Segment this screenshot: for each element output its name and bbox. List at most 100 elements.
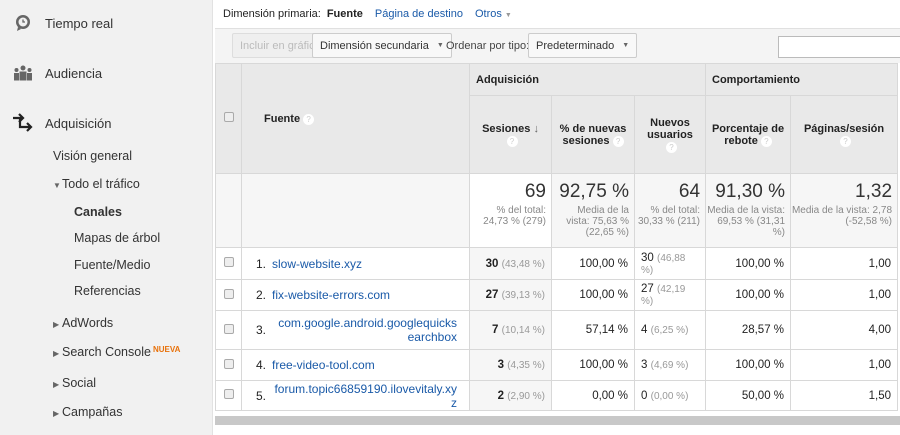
primary-dimension-bar: Dimensión primaria: Fuente Página de des… xyxy=(223,8,512,20)
row-number: 1. xyxy=(255,256,266,271)
row-number: 2. xyxy=(255,288,266,302)
nav-search-console[interactable]: ▶ Search Console NUEVA xyxy=(53,345,180,359)
row-checkbox[interactable] xyxy=(223,323,234,334)
header-nuevos-usuarios[interactable]: Nuevos usuarios? xyxy=(633,95,707,174)
total-paginas: 1,32 Media de la vista: 2,78 (-52,58 %) xyxy=(790,173,899,248)
total-sub: Media de la vista: 75,63 % (22,65 %) xyxy=(566,205,629,238)
table-search-input[interactable] xyxy=(778,36,900,58)
sessions-value: 3 xyxy=(497,359,504,371)
total-rebote: 91,30 % Media de la vista: 69,53 % (31,31… xyxy=(705,173,792,248)
sessions-cell: 27 (39,13 %) xyxy=(469,279,552,311)
sessions-pct: (4,35 %) xyxy=(507,360,545,371)
source-link[interactable]: free-video-tool.com xyxy=(272,358,375,372)
total-value: 91,30 % xyxy=(715,181,786,202)
header-fuente[interactable]: Fuente? xyxy=(241,63,470,174)
row-checkbox[interactable] xyxy=(223,358,234,369)
select-all-cell xyxy=(215,63,242,174)
row-checkbox-cell xyxy=(215,279,242,311)
pages-cell: 1,00 xyxy=(790,279,899,311)
total-nuevos: 64 % del total: 30,33 % (211) xyxy=(633,173,707,248)
pages-cell: 1,00 xyxy=(790,247,899,280)
source-cell: 2. fix-website-errors.com xyxy=(241,279,470,311)
table-toolbar: Incluir en gráfico Dimensión secundaria ▼… xyxy=(215,28,900,63)
table-row: 5. forum.topic66859190.ilovevitaly.xyz 2 … xyxy=(215,380,899,411)
total-sub: Media de la vista: 2,78 (-52,58 %) xyxy=(791,205,893,227)
total-sesiones: 69 % del total: 24,73 % (279) xyxy=(469,173,552,248)
dimension-fuente[interactable]: Fuente xyxy=(327,8,363,20)
help-icon[interactable]: ? xyxy=(506,135,518,147)
nav-adquisicion[interactable]: Adquisición xyxy=(0,108,112,138)
horizontal-scrollbar[interactable] xyxy=(215,416,900,425)
source-cell: 1. slow-website.xyz xyxy=(241,247,470,280)
sessions-pct: (2,90 %) xyxy=(507,390,545,402)
nav-fuente-medio[interactable]: Fuente/Medio xyxy=(74,258,150,272)
sort-type-label: Ordenar por tipo: xyxy=(446,40,530,52)
help-icon[interactable]: ? xyxy=(840,135,852,147)
data-table: Fuente? Adquisición Comportamiento Sesio… xyxy=(215,63,899,411)
bounce-cell: 100,00 % xyxy=(705,247,792,280)
header-sesiones[interactable]: Sesiones ↓? xyxy=(469,95,552,174)
total-value: 1,32 xyxy=(855,181,893,202)
header-paginas-sesion[interactable]: Páginas/sesión? xyxy=(790,95,899,174)
source-link[interactable]: slow-website.xyz xyxy=(272,257,362,271)
dropdown-label: Dimensión secundaria xyxy=(320,39,429,52)
new-users-pct: (0,00 %) xyxy=(650,390,689,402)
new-users-value: 3 xyxy=(641,359,648,371)
row-checkbox-cell xyxy=(215,349,242,381)
row-checkbox-cell xyxy=(215,247,242,280)
help-icon[interactable]: ? xyxy=(666,141,677,153)
dimension-otros[interactable]: Otros ▼ xyxy=(475,8,512,20)
triangle-right-icon: ▶ xyxy=(53,320,60,329)
select-all-checkbox[interactable] xyxy=(223,112,234,122)
sort-type-dropdown[interactable]: Predeterminado ▼ xyxy=(528,33,638,58)
row-checkbox[interactable] xyxy=(223,389,234,399)
new-sessions-cell: 100,00 % xyxy=(551,349,635,381)
nav-canales[interactable]: Canales xyxy=(74,205,122,219)
sessions-pct: (10,14 %) xyxy=(501,325,545,336)
triangle-right-icon: ▶ xyxy=(53,409,60,418)
total-nuevas: 92,75 % Media de la vista: 75,63 % (22,65… xyxy=(551,173,635,248)
nav-vision-general[interactable]: Visión general xyxy=(53,149,132,163)
nav-label: Todo el tráfico xyxy=(62,177,140,191)
sessions-value: 2 xyxy=(497,389,504,402)
new-users-value: 27 xyxy=(641,283,654,295)
new-users-cell: 0 (0,00 %) xyxy=(633,380,707,411)
sessions-pct: (39,13 %) xyxy=(501,290,545,301)
people-icon xyxy=(0,65,45,81)
sessions-cell: 3 (4,35 %) xyxy=(469,349,552,381)
source-link[interactable]: forum.topic66859190.ilovevitaly.xyz xyxy=(274,382,457,410)
new-users-cell: 30 (46,88 %) xyxy=(633,247,707,280)
header-nuevas-sesiones[interactable]: % de nuevas sesiones? xyxy=(551,95,635,174)
row-checkbox[interactable] xyxy=(223,288,234,299)
nav-audiencia[interactable]: Audiencia xyxy=(0,58,102,88)
source-link[interactable]: com.google.android.googlequicksearchbox xyxy=(278,316,457,344)
row-checkbox[interactable] xyxy=(223,257,234,267)
new-users-pct: (6,25 %) xyxy=(650,325,689,336)
caret-down-icon: ▼ xyxy=(622,42,630,49)
new-users-pct: (4,69 %) xyxy=(650,360,689,371)
sidebar: Tiempo real Audiencia Adquisición Visión… xyxy=(0,0,213,435)
total-sub: Media de la vista: 69,53 % (31,31 %) xyxy=(707,205,786,238)
nav-social[interactable]: ▶ Social xyxy=(53,376,96,390)
primary-dimension-label: Dimensión primaria: xyxy=(223,8,321,20)
nav-tiempo-real[interactable]: Tiempo real xyxy=(0,8,113,38)
bounce-cell: 100,00 % xyxy=(705,279,792,311)
new-sessions-cell: 57,14 % xyxy=(551,310,635,350)
nav-todo-el-trafico[interactable]: ▼Todo el tráfico xyxy=(53,177,140,191)
nav-adwords[interactable]: ▶ AdWords xyxy=(53,316,113,330)
new-users-value: 4 xyxy=(641,324,648,336)
help-icon[interactable]: ? xyxy=(612,135,624,147)
secondary-dimension-dropdown[interactable]: Dimensión secundaria ▼ xyxy=(312,33,452,58)
triangle-right-icon: ▶ xyxy=(53,380,60,389)
nav-campanas[interactable]: ▶ Campañas xyxy=(53,405,122,419)
dimension-landing-page[interactable]: Página de destino xyxy=(375,8,463,20)
nav-mapas[interactable]: Mapas de árbol xyxy=(74,231,160,245)
pages-cell: 1,50 xyxy=(790,380,899,411)
header-rebote[interactable]: Porcentaje de rebote? xyxy=(705,95,792,174)
nav-label: Search Console xyxy=(62,345,151,359)
source-link[interactable]: fix-website-errors.com xyxy=(272,288,390,302)
help-icon[interactable]: ? xyxy=(303,113,315,125)
nav-label: Social xyxy=(62,376,97,390)
nav-referencias[interactable]: Referencias xyxy=(74,284,141,298)
help-icon[interactable]: ? xyxy=(760,135,772,147)
